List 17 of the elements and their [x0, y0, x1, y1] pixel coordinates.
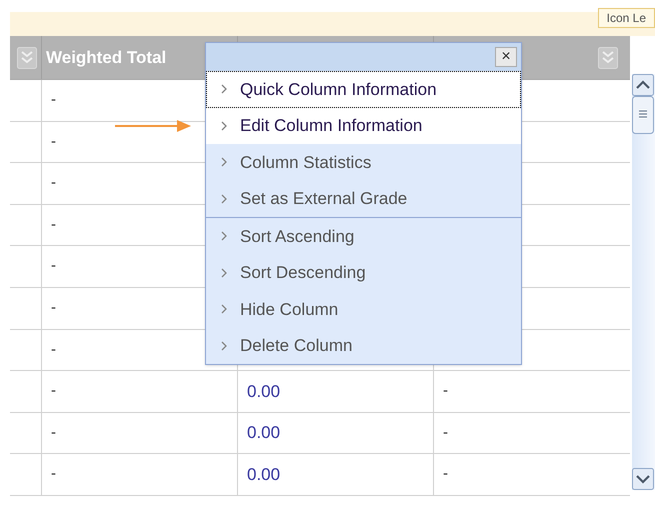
- table-cell-text: -: [443, 381, 448, 402]
- table-cell-text: -: [443, 464, 448, 484]
- table-cell-text: -: [51, 340, 56, 360]
- table-cell-text: -: [51, 214, 56, 235]
- table-cell-text: -: [51, 256, 56, 276]
- table-cell-text: -: [51, 173, 56, 194]
- table-cell-text: -: [51, 90, 56, 110]
- table-cell-text: -: [51, 422, 56, 443]
- table-cell-text: -: [51, 298, 56, 318]
- table-cell-text: 0.00: [247, 380, 280, 403]
- table-cell-text: -: [443, 422, 448, 443]
- column-title: Weighted Total: [46, 46, 166, 69]
- table-cell-text: -: [51, 381, 56, 402]
- table-cell-text: 0.00: [247, 464, 280, 486]
- table-cell-text: -: [51, 464, 56, 484]
- table-cell-text: -: [51, 132, 56, 152]
- table-cell-text: 0.00: [247, 422, 280, 444]
